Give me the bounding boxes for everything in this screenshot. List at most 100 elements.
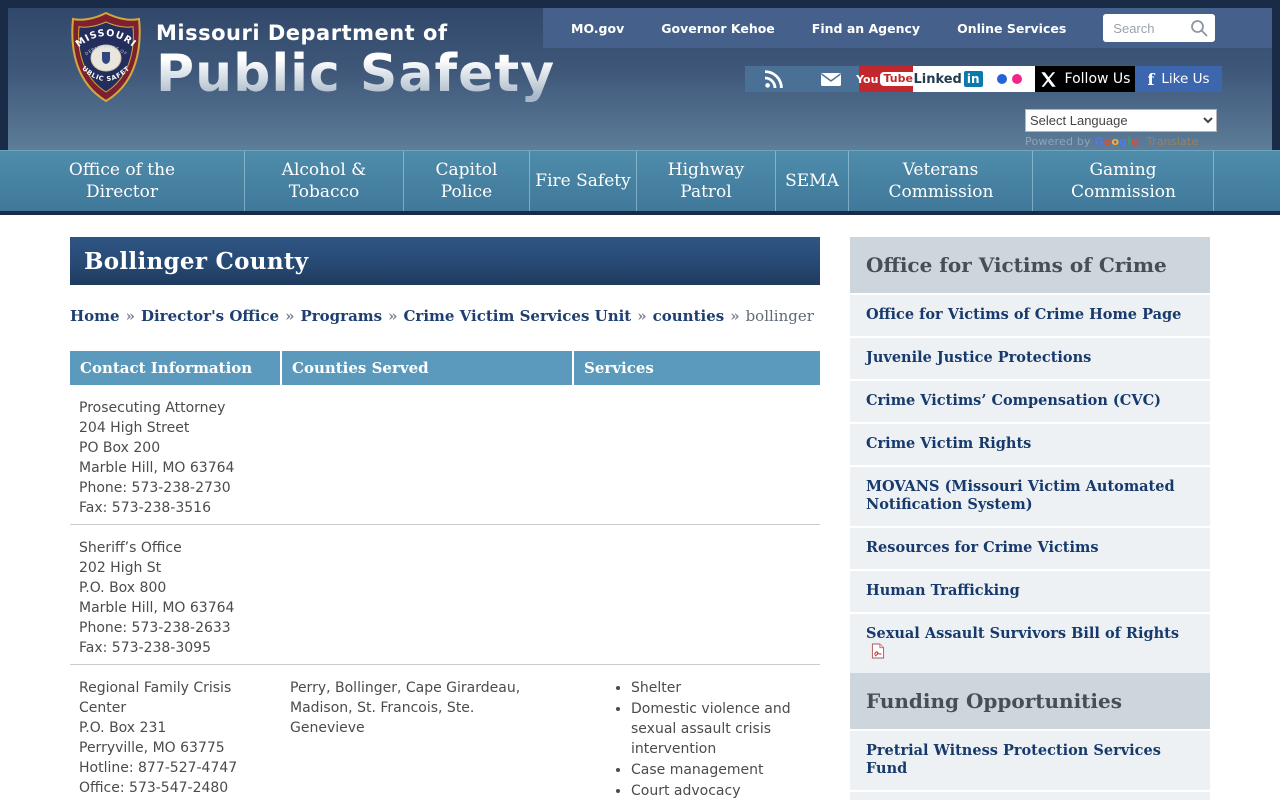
sidebar-item-label: Sexual Assault Survivors Bill of Rights [866,625,1179,642]
nav-item-veterans-commission[interactable]: Veterans Commission [849,151,1033,211]
linkedin-link[interactable]: Linked in [913,66,983,92]
table-row: Regional Family Crisis Center P.O. Box 2… [70,665,820,800]
main-column: Bollinger County Home » Director's Office »… [70,237,820,800]
breadcrumb-separator: » [637,307,646,325]
pdf-icon [871,643,885,659]
flickr-icon [997,74,1007,84]
contact-line: Marble Hill, MO 63764 [79,598,271,618]
nav-item-fire-safety[interactable]: Fire Safety [530,151,637,211]
breadcrumb-link-home[interactable]: Home [70,307,120,325]
nav-item-label: Gaming Commission [1071,159,1175,203]
contact-cell: Regional Family Crisis Center P.O. Box 2… [70,665,281,800]
email-link[interactable] [802,66,859,92]
contact-line: Phone: 573-238-2730 [79,478,271,498]
contact-line: Fax: 573-238-3095 [79,638,271,658]
site-logo[interactable]: Missouri Department of Public Safety [156,21,555,103]
breadcrumb-separator: » [285,307,294,325]
sidebar-section-title-funding-opportunities: Funding Opportunities [850,673,1210,729]
contact-cell: Sheriff’s Office 202 High St P.O. Box 80… [70,525,281,665]
nav-item-label: Capitol Police [415,159,519,203]
contact-cell: Prosecuting Attorney 204 High Street PO … [70,385,281,525]
sidebar-item-crime-victims-compensation[interactable]: Crime Victims’ Compensation (CVC) [850,381,1210,422]
contact-line: Fax: 573-238-3516 [79,498,271,518]
sidebar-section-title-victims-of-crime: Office for Victims of Crime [850,237,1210,293]
nav-item-office-of-the-director[interactable]: Office of the Director [0,151,245,211]
nav-item-label: Highway Patrol [654,159,758,203]
page-content: Bollinger County Home » Director's Office »… [0,215,1280,800]
table-row: Sheriff’s Office 202 High St P.O. Box 80… [70,525,820,665]
contact-line: PO Box 200 [79,438,271,458]
x-icon [1040,71,1057,88]
youtube-wordmark-tube: Tube [880,72,915,86]
column-header-contact-information: Contact Information [70,351,281,385]
column-header-services: Services [573,351,820,385]
sidebar-item-human-trafficking[interactable]: Human Trafficking [850,571,1210,612]
sidebar-item-pretrial-witness-protection-fund[interactable]: Pretrial Witness Protection Services Fun… [850,731,1210,790]
services-cell: Shelter Domestic violence and sexual ass… [573,665,820,800]
rss-link[interactable] [745,66,802,92]
nav-item-capitol-police[interactable]: Capitol Police [404,151,530,211]
sidebar-item-juvenile-justice-protections[interactable]: Juvenile Justice Protections [850,338,1210,379]
youtube-link[interactable]: You Tube [859,66,913,92]
contact-line: Perryville, MO 63775 [79,738,271,758]
breadcrumb-link-counties[interactable]: counties [653,307,725,325]
nav-item-sema[interactable]: SEMA [776,151,849,211]
google-logo-letter: G [1094,135,1103,148]
breadcrumb-separator: » [730,307,739,325]
search-icon[interactable] [1189,18,1209,38]
quicklinks-bar: MO.gov Governor Kehoe Find an Agency Onl… [543,8,1272,48]
contact-line: Regional Family Crisis Center [79,678,271,718]
contact-line: Marble Hill, MO 63764 [79,458,271,478]
contact-line: P.O. Box 800 [79,578,271,598]
google-translate-credit: Powered by Google Translate [1025,135,1217,148]
contact-line: Prosecuting Attorney [79,398,271,418]
google-logo-letter: e [1131,135,1139,148]
contact-line: Hotline: 877-527-4747 [79,758,271,778]
contact-line: 204 High Street [79,418,271,438]
nav-item-gaming-commission[interactable]: Gaming Commission [1033,151,1214,211]
nav-item-highway-patrol[interactable]: Highway Patrol [637,151,776,211]
sidebar-item-ovc-home-page[interactable]: Office for Victims of Crime Home Page [850,295,1210,336]
services-cell [573,385,820,525]
sidebar: Office for Victims of Crime Office for V… [850,237,1210,800]
quicklink-online-services[interactable]: Online Services [957,21,1066,36]
contact-line: 202 High St [79,558,271,578]
facebook-icon: f [1147,70,1154,89]
header-banner: MISSOURI DEPARTMENT OF PUBLIC SAFETY Mis… [8,8,1272,150]
page-title-bar: Bollinger County [70,237,820,285]
contact-line: Office: 573-547-2480 [79,778,271,798]
dps-badge-logo[interactable]: MISSOURI DEPARTMENT OF PUBLIC SAFETY [66,11,146,103]
linkedin-wordmark: Linked [913,72,961,87]
sidebar-item-sexual-assault-survivors-bill-of-rights[interactable]: Sexual Assault Survivors Bill of Rights [850,614,1210,673]
sidebar-item-movans[interactable]: MOVANS (Missouri Victim Automated Notifi… [850,467,1210,526]
counties-cell [281,385,573,525]
counties-cell [281,525,573,665]
page-title: Bollinger County [84,248,308,275]
language-select[interactable]: Select Language [1025,109,1217,132]
service-item: Shelter [631,678,810,698]
quicklink-governor[interactable]: Governor Kehoe [661,21,775,36]
services-cell [573,525,820,665]
nav-item-label: Alcohol & Tobacco [272,159,376,203]
breadcrumb-link-directors-office[interactable]: Director's Office [141,307,279,325]
quicklink-mogov[interactable]: MO.gov [571,21,624,36]
sidebar-item-sasp[interactable]: SASP (Sexual Assault Services Program) [850,792,1210,800]
sidebar-item-resources-for-crime-victims[interactable]: Resources for Crime Victims [850,528,1210,569]
facebook-like-link[interactable]: f Like Us [1135,66,1222,92]
logo-site-name: Public Safety [156,45,555,103]
table-row: Prosecuting Attorney 204 High Street PO … [70,385,820,525]
x-follow-link[interactable]: Follow Us [1035,66,1135,92]
rss-icon [764,69,784,89]
search-box [1103,14,1215,42]
sidebar-item-crime-victim-rights[interactable]: Crime Victim Rights [850,424,1210,465]
nav-item-label: Office of the Director [61,159,183,203]
main-nav: Office of the Director Alcohol & Tobacco… [0,150,1280,211]
breadcrumb-link-programs[interactable]: Programs [300,307,382,325]
nav-item-label: Veterans Commission [889,159,993,203]
services-list: Shelter Domestic violence and sexual ass… [582,678,810,800]
nav-item-alcohol-tobacco[interactable]: Alcohol & Tobacco [245,151,404,211]
quicklink-find-agency[interactable]: Find an Agency [812,21,920,36]
counties-cell: Perry, Bollinger, Cape Girardeau, Madiso… [281,665,573,800]
breadcrumb-link-crime-victim-services-unit[interactable]: Crime Victim Services Unit [403,307,631,325]
flickr-link[interactable] [983,66,1035,92]
